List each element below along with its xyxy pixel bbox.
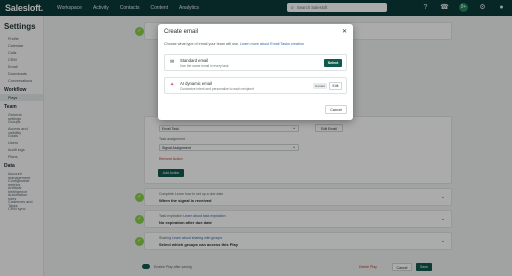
modal-description: Choose what type of email your team will… <box>164 42 304 46</box>
ai-sparkle-icon: ✦ <box>170 82 175 88</box>
email-tasks-learn-more-link[interactable]: Learn more about Email Tasks creation <box>240 42 304 46</box>
create-email-modal: Create email ✕ Choose what type of email… <box>158 24 353 120</box>
ai-dynamic-email-option[interactable]: ✦ AI dynamic email Customize intent and … <box>164 77 347 94</box>
modal-cancel-button[interactable]: Cancel <box>325 105 347 114</box>
standard-email-subtitle: Use the same email in every task <box>180 64 229 68</box>
close-icon[interactable]: ✕ <box>342 28 347 35</box>
modal-description-text: Choose what type of email your team will… <box>164 42 240 46</box>
email-icon: ✉ <box>170 59 175 65</box>
select-button[interactable]: Select <box>324 59 342 67</box>
standard-email-title: Standard email <box>180 58 209 63</box>
ai-dynamic-email-title: AI dynamic email <box>180 81 212 86</box>
current-badge: Current <box>313 83 328 89</box>
edit-button[interactable]: Edit <box>329 82 342 90</box>
standard-email-option[interactable]: ✉ Standard email Use the same email in e… <box>164 54 347 71</box>
modal-title: Create email <box>164 29 199 35</box>
ai-dynamic-email-subtitle: Customize intent and personalize to each… <box>180 87 254 91</box>
